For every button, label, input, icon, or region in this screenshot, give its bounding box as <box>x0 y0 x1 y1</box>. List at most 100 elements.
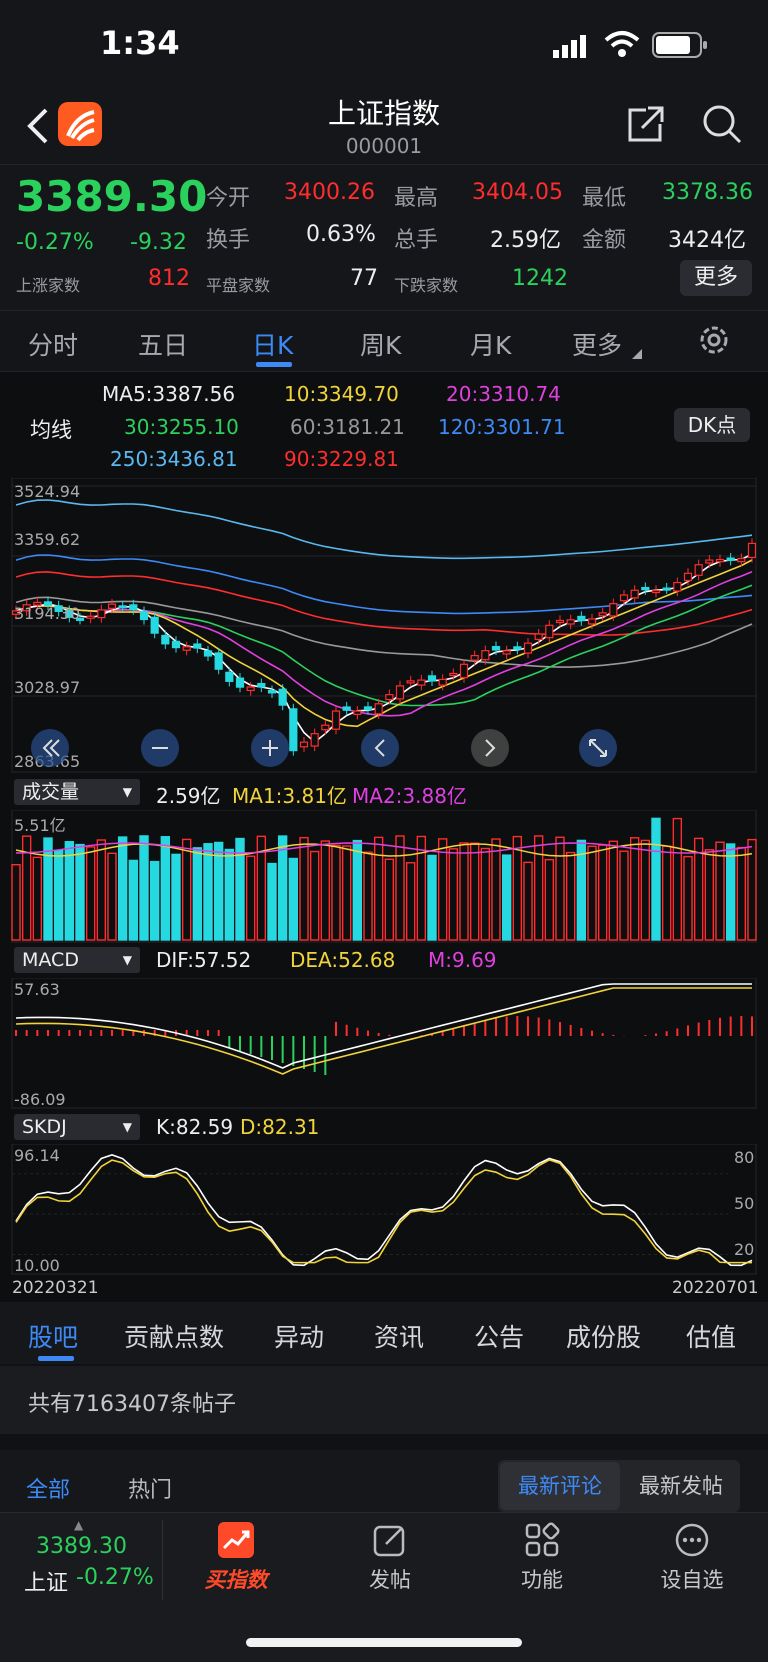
candle <box>267 689 277 694</box>
candle <box>278 688 287 706</box>
share-icon[interactable] <box>624 102 668 146</box>
candle <box>619 594 629 602</box>
candle <box>214 652 223 670</box>
ma250-line <box>15 499 753 560</box>
candle <box>374 703 383 715</box>
candle <box>182 646 191 651</box>
ma120-value: 120:3301.71 <box>438 415 566 439</box>
search-icon[interactable] <box>700 102 744 146</box>
candle <box>310 733 319 747</box>
volume-bar <box>235 837 245 941</box>
price-tick-3: 3194.30 <box>14 604 81 623</box>
volume-bar <box>75 843 85 941</box>
volume-bar <box>501 854 512 941</box>
candle <box>203 650 213 657</box>
candle <box>395 685 405 700</box>
price-tick-4: 3028.97 <box>14 678 81 697</box>
tab-valuation[interactable]: 估值 <box>686 1318 736 1354</box>
tab-announcement[interactable]: 公告 <box>474 1318 524 1354</box>
zoom-out-icon[interactable] <box>140 728 180 768</box>
filter-hot[interactable]: 热门 <box>128 1472 172 1504</box>
volume-bar <box>427 854 437 941</box>
candle <box>534 633 543 640</box>
dk-point-button[interactable]: DK点 <box>674 408 750 442</box>
macd-selector[interactable]: MACD ▼ <box>14 947 140 973</box>
candle <box>150 616 159 634</box>
volume-selector[interactable]: 成交量 ▼ <box>14 779 140 805</box>
tab-intraday[interactable]: 分时 <box>28 326 78 362</box>
open-value: 3400.26 <box>284 180 375 205</box>
tab-monthly-k[interactable]: 月K <box>470 326 511 362</box>
function-button[interactable]: 功能 <box>482 1564 602 1594</box>
candle <box>438 678 447 686</box>
settings-icon[interactable] <box>698 324 730 356</box>
scroll-left-icon[interactable] <box>360 728 400 768</box>
filter-all[interactable]: 全部 <box>26 1472 70 1504</box>
candle <box>470 654 479 661</box>
skdj-max: 96.14 <box>14 1146 60 1165</box>
sort-latest-post[interactable]: 最新发帖 <box>624 1462 738 1510</box>
ma-label: 均线 <box>30 418 72 442</box>
zoom-in-icon[interactable] <box>250 728 290 768</box>
ma5-value: MA5:3387.56 <box>102 382 236 406</box>
volume-bar <box>320 840 331 941</box>
more-quote-button[interactable]: 更多 <box>680 260 752 296</box>
candle <box>427 675 437 682</box>
fullscreen-icon[interactable] <box>578 728 618 768</box>
volume-bar <box>32 856 43 941</box>
price-tick-1: 3524.94 <box>14 482 81 501</box>
scroll-right-icon[interactable] <box>470 728 510 768</box>
volume-bar <box>96 839 107 941</box>
candle <box>662 587 671 591</box>
ma10-value: 10:3349.70 <box>284 382 399 406</box>
up-count-label: 上涨家数 <box>16 276 81 295</box>
volume-label: 总手 <box>394 228 439 253</box>
tab-guba[interactable]: 股吧 <box>28 1318 78 1354</box>
candle <box>715 558 725 563</box>
tab-daily-k[interactable]: 日K <box>252 326 293 362</box>
candle <box>641 586 650 591</box>
open-label: 今开 <box>206 186 251 211</box>
high-value: 3404.05 <box>472 180 563 205</box>
ma5-line <box>15 553 753 744</box>
candle <box>491 646 501 651</box>
tab-weekly-k[interactable]: 周K <box>360 326 401 362</box>
candle <box>86 615 95 619</box>
tab-contribution[interactable]: 贡献点数 <box>124 1318 224 1354</box>
trend-icon <box>218 1522 254 1558</box>
volume-bar <box>715 841 725 941</box>
candle <box>449 672 458 677</box>
skdj-chart <box>11 1144 757 1275</box>
more-circle-icon <box>674 1522 710 1558</box>
volume-bar <box>192 847 203 941</box>
candle <box>385 694 394 701</box>
tab-active-indicator <box>256 362 292 367</box>
tab-five-day[interactable]: 五日 <box>138 326 188 362</box>
toolbar-divider <box>162 1520 163 1600</box>
scroll-start-icon[interactable] <box>30 728 70 768</box>
volume-max: 5.51亿 <box>14 816 66 835</box>
volume-bar <box>11 864 21 941</box>
tab-constituents[interactable]: 成份股 <box>566 1318 641 1354</box>
sort-latest-comment[interactable]: 最新评论 <box>500 1462 620 1510</box>
volume-bar <box>85 846 96 941</box>
volume-selector-label: 成交量 <box>22 781 80 803</box>
skdj-selector[interactable]: SKDJ ▼ <box>14 1114 140 1140</box>
volume-bar <box>629 837 640 941</box>
home-indicator <box>246 1638 522 1647</box>
tab-news[interactable]: 资讯 <box>374 1318 424 1354</box>
post-button[interactable]: 发帖 <box>330 1564 450 1594</box>
volume-bar <box>640 839 651 941</box>
macd-frame <box>11 978 757 1109</box>
volume-bar <box>245 855 256 941</box>
add-watchlist-button[interactable]: 设自选 <box>632 1564 752 1594</box>
volume-bar <box>384 858 395 941</box>
skdj-k: K:82.59 <box>156 1115 234 1139</box>
candle <box>577 615 586 622</box>
tab-anomaly[interactable]: 异动 <box>274 1318 324 1354</box>
turnover-value: 0.63% <box>306 222 376 247</box>
candle <box>406 680 415 684</box>
buy-index-button[interactable]: 买指数 <box>176 1564 296 1594</box>
tab-more[interactable]: 更多 <box>572 326 622 362</box>
candle <box>513 646 522 650</box>
